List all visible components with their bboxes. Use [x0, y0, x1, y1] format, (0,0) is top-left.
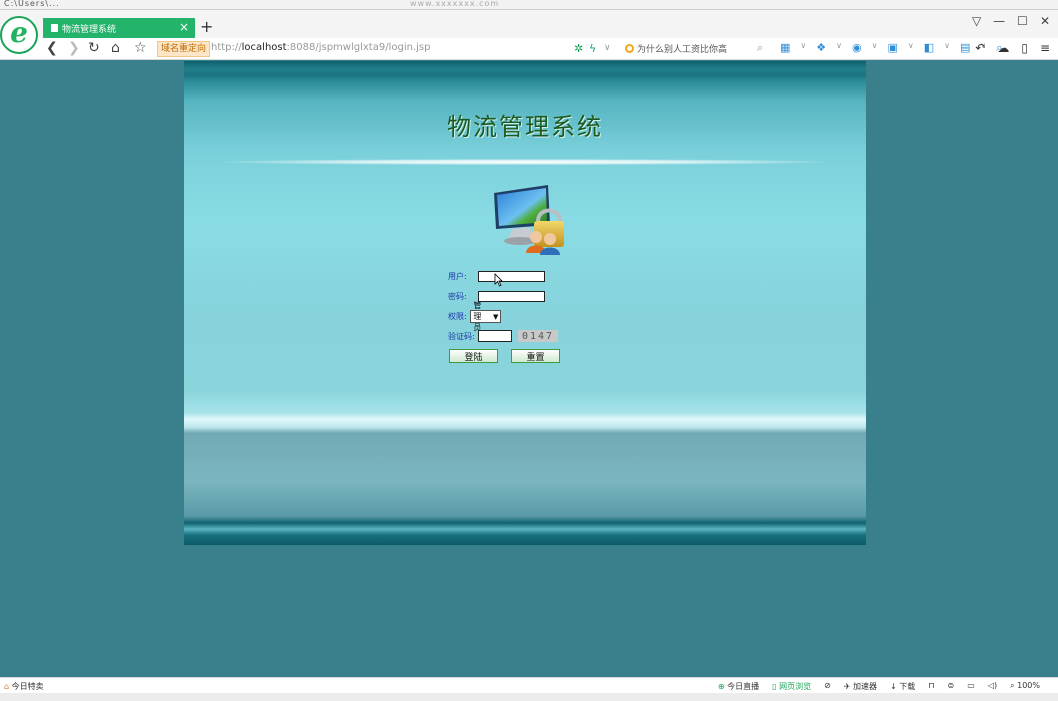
lightning-icon[interactable]: ϟ	[589, 42, 596, 55]
pdf-icon[interactable]: ▣	[887, 41, 897, 55]
status-tools: ⊕ 今日直播 ▯ 网页浏览 ⊘ ✈ 加速器 ↓ 下载 ⊓ ⊜ ▭ ◁) ⌕ 10…	[718, 681, 1040, 692]
captcha-input[interactable]	[478, 330, 512, 342]
search-input[interactable]: 为什么别人工资比你高	[625, 42, 727, 55]
taskbar-strip	[0, 693, 1058, 701]
button-row: 登陆 重置	[448, 349, 568, 363]
username-input[interactable]	[478, 271, 545, 282]
accelerator-label: 加速器	[853, 682, 878, 691]
url-scheme: http://	[211, 42, 242, 53]
share-chevron-icon[interactable]: ∨	[836, 41, 842, 55]
dropdown-arrow-icon: ▼	[493, 312, 499, 321]
live-label: 今日直播	[727, 682, 760, 691]
zoom-level[interactable]: ⌕ 100%	[1010, 681, 1040, 692]
browser-right-tools: ↶ ☁ ▯ ≡	[975, 41, 1050, 55]
role-label: 权限:	[448, 312, 467, 321]
refresh-icon[interactable]: ↻	[88, 40, 100, 56]
phone-icon[interactable]: ▯	[1021, 41, 1028, 55]
maximize-button[interactable]: ☐	[1017, 14, 1028, 28]
star-icon[interactable]: ☆	[134, 40, 147, 56]
tab-close-icon[interactable]: ×	[179, 20, 189, 34]
today-deals-label: 今日特卖	[11, 682, 44, 691]
undo-icon[interactable]: ↶	[975, 41, 985, 55]
os-title: C:\Users\...	[4, 0, 60, 8]
search-text: 为什么别人工资比你高	[637, 45, 728, 55]
login-panel: 物流管理系统 用户: 密码: 权限: 管理员 ▼ 验证码: 0147 登陆 重置	[184, 61, 866, 545]
search-icon[interactable]: ⌕	[757, 41, 763, 55]
status-bar: ⌂ 今日特卖 ⊕ 今日直播 ▯ 网页浏览 ⊘ ✈ 加速器 ↓ 下载 ⊓ ⊜ ▭ …	[0, 677, 1058, 693]
window-controls: ▽ — ☐ ✕	[972, 14, 1050, 28]
role-selected-value: 管理员	[473, 301, 482, 332]
settings-gear-icon[interactable]: ✲	[574, 42, 583, 55]
page-icon	[51, 24, 58, 32]
download-label: 下载	[899, 682, 916, 691]
new-tab-button[interactable]: +	[200, 17, 213, 36]
url-host: localhost	[241, 42, 287, 53]
reset-button[interactable]: 重置	[511, 349, 560, 363]
skin-icon[interactable]: ▽	[972, 14, 981, 28]
search-engine-icon	[625, 44, 634, 53]
zoom-value: 100%	[1017, 681, 1040, 690]
apps-icon[interactable]: ▦	[780, 41, 790, 55]
web-browse-link[interactable]: ▯ 网页浏览	[772, 681, 811, 692]
address-bar: ❮ ❯ ↻ ⌂ ☆ 域名重定向 http://localhost:8088/js…	[0, 38, 1058, 60]
today-deals-link[interactable]: ⌂ 今日特卖	[4, 681, 44, 692]
browser-logo-icon: e	[0, 16, 38, 54]
tab-title: 物流管理系统	[62, 24, 117, 35]
bookmark-chevron-icon[interactable]: ∨	[944, 41, 950, 55]
forward-icon[interactable]: ❯	[68, 40, 80, 56]
login-button[interactable]: 登陆	[449, 349, 498, 363]
url-path: :8088/jspmwlglxta9/login.jsp	[286, 42, 431, 53]
gift-icon: ⌂	[4, 682, 12, 691]
minimize-button[interactable]: —	[993, 14, 1005, 28]
mouse-cursor-icon	[494, 273, 503, 287]
share-icon[interactable]: ❖	[816, 41, 826, 55]
ie-mode-icon[interactable]: ⊜	[948, 681, 955, 692]
computer-lock-icon	[494, 185, 564, 255]
shield-icon[interactable]: ◉	[852, 41, 862, 55]
browser-window: C:\Users\... www.xxxxxxx.com e 物流管理系统 × …	[0, 0, 1058, 701]
live-link[interactable]: ⊕ 今日直播	[718, 681, 759, 692]
translate-icon[interactable]: ▤	[960, 41, 970, 55]
sound-icon[interactable]: ◁)	[988, 681, 997, 692]
bookmark-icon[interactable]: ◧	[924, 41, 934, 55]
page-title: 物流管理系统	[447, 113, 603, 141]
password-row: 密码:	[448, 291, 545, 302]
home-icon[interactable]: ⌂	[111, 40, 120, 56]
flag-icon[interactable]: ⊓	[928, 681, 934, 692]
pdf-chevron-icon[interactable]: ∨	[908, 41, 914, 55]
username-label: 用户:	[448, 272, 467, 281]
download-link[interactable]: ↓ 下载	[890, 681, 915, 692]
close-button[interactable]: ✕	[1040, 14, 1050, 28]
back-icon[interactable]: ❮	[46, 40, 58, 56]
web-browse-label: 网页浏览	[779, 682, 812, 691]
tab-active[interactable]: 物流管理系统 ×	[43, 18, 195, 38]
role-select[interactable]: 管理员 ▼	[470, 301, 502, 332]
accelerator-link[interactable]: ✈ 加速器	[844, 681, 877, 692]
cloud-icon[interactable]: ☁	[997, 41, 1009, 55]
domain-redirect-badge[interactable]: 域名重定向	[157, 41, 211, 57]
role-row: 权限: 管理员 ▼	[448, 301, 502, 332]
url-field[interactable]: http://localhost:8088/jspmwlglxta9/login…	[211, 42, 430, 53]
block-icon[interactable]: ⊘	[824, 681, 831, 692]
os-title-strip: C:\Users\... www.xxxxxxx.com	[0, 0, 1058, 10]
captcha-image[interactable]: 0147	[518, 330, 558, 342]
apps-chevron-icon[interactable]: ∨	[800, 41, 806, 55]
captcha-row: 验证码: 0147	[448, 330, 558, 342]
dropdown-chevron-icon[interactable]: ∨	[604, 43, 611, 53]
decorative-glow-line	[224, 159, 824, 165]
captcha-label: 验证码:	[448, 331, 475, 341]
shield-chevron-icon[interactable]: ∨	[872, 41, 878, 55]
screenshot-icon[interactable]: ▭	[967, 681, 975, 692]
menu-icon[interactable]: ≡	[1040, 41, 1050, 55]
blurred-url: www.xxxxxxx.com	[410, 0, 500, 8]
extension-toolbar: ▦ ∨ ❖ ∨ ◉ ∨ ▣ ∨ ◧ ∨ ▤ ∨ ⌕	[780, 41, 1002, 55]
